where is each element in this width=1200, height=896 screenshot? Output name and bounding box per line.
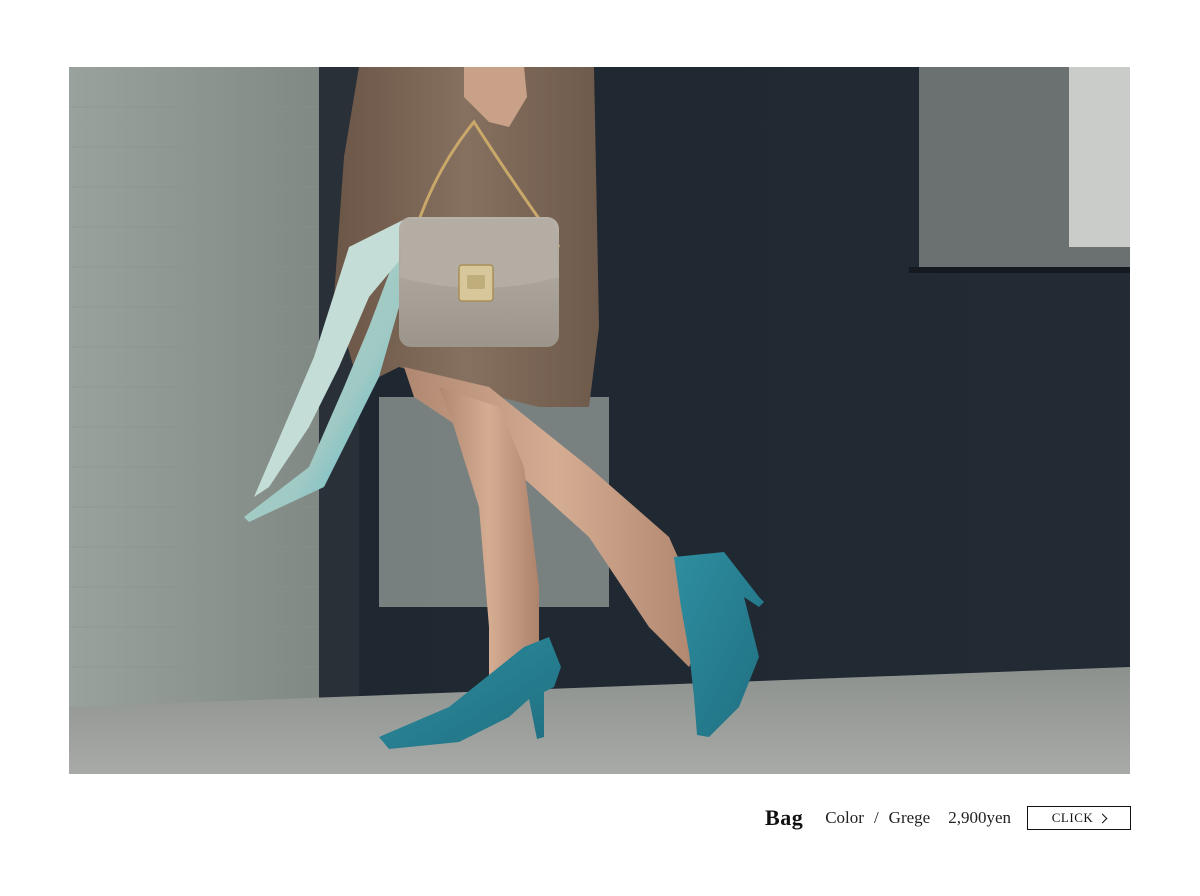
product-photo: [69, 67, 1130, 774]
color-separator: /: [873, 808, 879, 827]
click-button-label: CLICK: [1051, 810, 1094, 825]
click-button[interactable]: CLICK: [1027, 806, 1131, 830]
chevron-right-icon: [1097, 813, 1108, 823]
price: 2,900yen: [948, 808, 1011, 827]
color-label: Color: [825, 808, 864, 827]
product-caption: Bag Color / Grege 2,900yen CLICK: [765, 800, 1131, 836]
product-name: Bag: [765, 805, 804, 830]
color-value: Grege: [888, 808, 931, 827]
